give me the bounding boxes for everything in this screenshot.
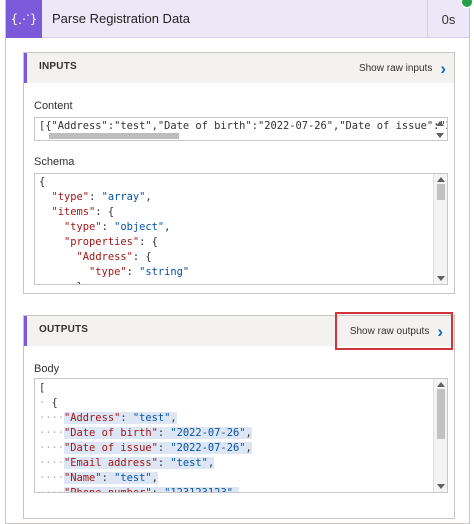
action-header[interactable]: {⋰} Parse Registration Data 0s (6, 0, 473, 38)
action-card: {⋰} Parse Registration Data 0s INPUTS Sh… (5, 0, 473, 524)
content-hscroll-thumb[interactable] (49, 133, 179, 139)
action-title: Parse Registration Data (52, 11, 191, 26)
inputs-title: INPUTS (39, 61, 77, 72)
content-value: [{"Address":"test","Date of birth":"2022… (39, 120, 448, 132)
schema-scrollbar[interactable] (433, 174, 447, 284)
show-raw-inputs-label: Show raw inputs (358, 62, 433, 74)
content-field[interactable]: [{"Address":"test","Date of birth":"2022… (34, 117, 448, 141)
show-raw-inputs-button[interactable]: Show raw inputs › (359, 53, 454, 83)
show-raw-outputs-button[interactable]: Show raw outputs › (334, 312, 454, 350)
schema-scroll-thumb[interactable] (437, 184, 445, 200)
body-editor[interactable]: [ · { ····"Address": "test", ····"Date o… (34, 378, 448, 493)
inputs-header: INPUTS Show raw inputs › (24, 53, 454, 83)
content-vscroll[interactable] (434, 119, 446, 140)
body-label: Body (34, 363, 60, 375)
chevron-right-icon: › (437, 321, 443, 341)
outputs-title: OUTPUTS (39, 324, 89, 335)
success-check-icon (461, 0, 473, 8)
body-scroll-thumb[interactable] (437, 389, 445, 439)
schema-editor[interactable]: { "type": "array", "items": { "type": "o… (34, 173, 448, 285)
json-braces-icon: {⋰} (6, 0, 42, 38)
outputs-header: OUTPUTS Show raw outputs › (24, 312, 454, 350)
content-label: Content (34, 100, 73, 112)
schema-label: Schema (34, 156, 75, 168)
show-raw-outputs-label: Show raw outputs (349, 325, 430, 337)
chevron-right-icon: › (440, 58, 446, 78)
body-scrollbar[interactable] (433, 379, 447, 492)
